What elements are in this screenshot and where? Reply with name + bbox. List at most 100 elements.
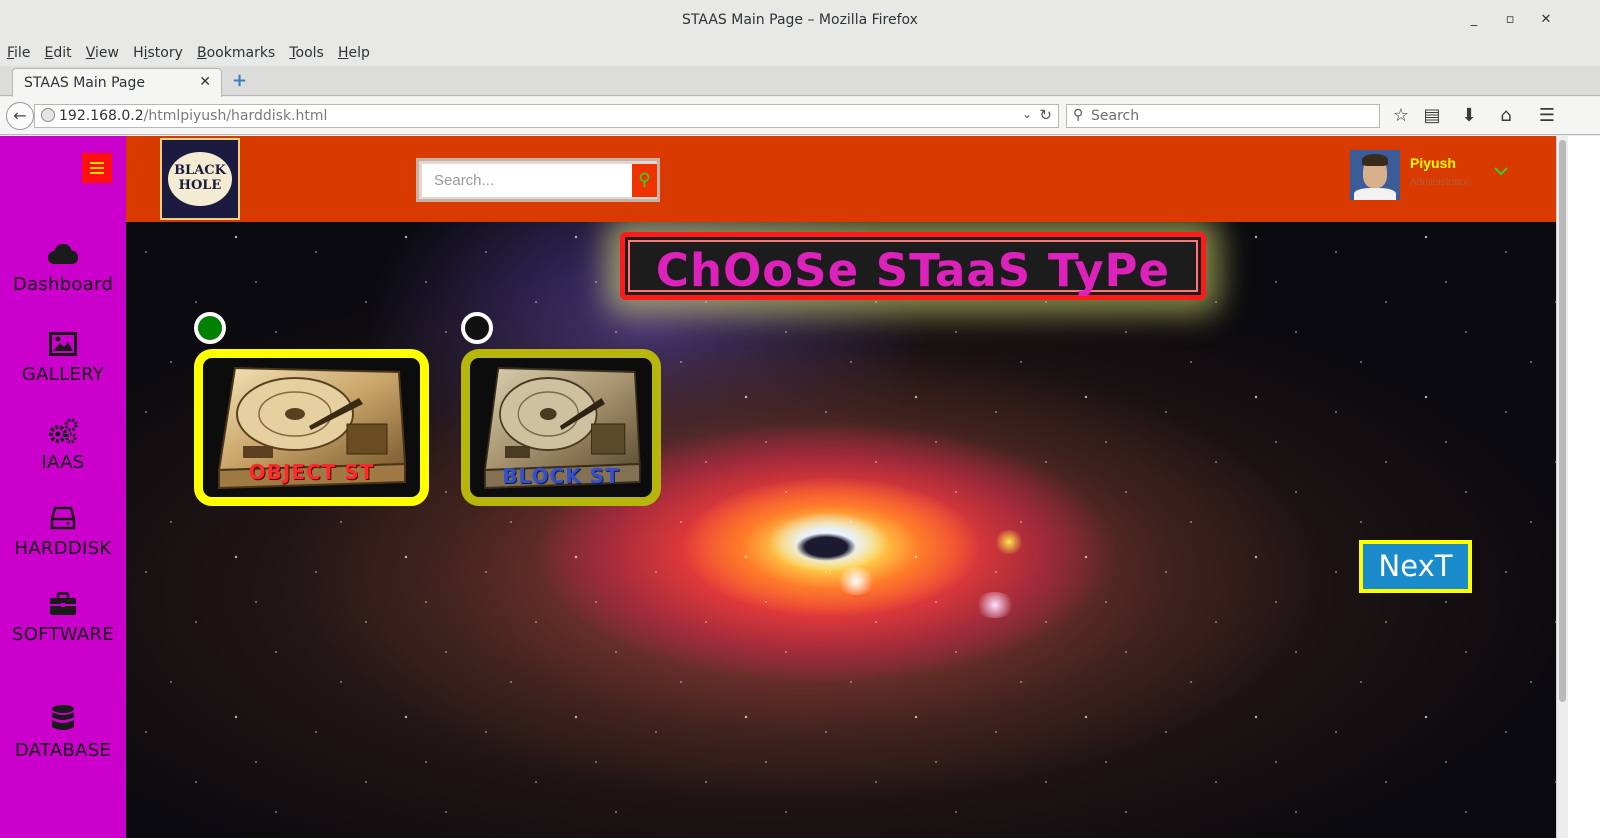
menu-history[interactable]: History bbox=[133, 40, 183, 66]
menu-help-key: H bbox=[337, 45, 349, 61]
hamburger-menu-button[interactable] bbox=[82, 153, 112, 183]
search-icon: ⚲ bbox=[638, 170, 651, 190]
navigation-toolbar: ← 192.168.0.2/htmlpiyush/harddisk.html ⌄… bbox=[0, 97, 1600, 135]
user-role: Administrator bbox=[1410, 177, 1469, 188]
sidebar-item-label: Dashboard bbox=[12, 274, 114, 295]
block-storage-card[interactable]: BLOCK ST bbox=[461, 349, 661, 506]
reading-list-icon[interactable]: ▤ bbox=[1419, 103, 1445, 129]
menu-history-rest: story bbox=[147, 45, 183, 61]
image-icon bbox=[49, 332, 77, 356]
sidebar-item-label: DATABASE bbox=[14, 740, 112, 761]
site-identity-icon[interactable] bbox=[41, 108, 55, 122]
browser-search-field[interactable]: ⚲ Search bbox=[1066, 104, 1380, 128]
sidebar-item-dashboard[interactable]: Dashboard bbox=[0, 242, 126, 295]
chevron-down-icon[interactable] bbox=[1494, 166, 1508, 176]
browser-search-placeholder: Search bbox=[1091, 108, 1140, 124]
sidebar-item-software[interactable]: SOFTWARE bbox=[0, 592, 126, 645]
new-tab-icon[interactable]: + bbox=[232, 70, 247, 91]
menu-tools-rest: ools bbox=[295, 45, 324, 61]
menu-help[interactable]: Help bbox=[338, 40, 370, 66]
bookmark-star-icon[interactable]: ☆ bbox=[1388, 103, 1414, 129]
object-storage-radio[interactable] bbox=[194, 312, 226, 344]
page-viewport: Dashboard GALLERY IAAS HARDDISK SOFTWARE… bbox=[0, 136, 1556, 838]
sidebar-item-iaas[interactable]: IAAS bbox=[0, 418, 126, 473]
back-button[interactable]: ← bbox=[6, 102, 34, 130]
site-search-input[interactable] bbox=[422, 164, 632, 197]
site-header: BLACK HOLE ⚲ Piyush Administrator bbox=[126, 136, 1556, 222]
menu-bookmarks-rest: ookmarks bbox=[206, 45, 276, 61]
block-storage-radio[interactable] bbox=[461, 312, 493, 344]
page-title: ChOoSe STaaS TyPe bbox=[620, 232, 1206, 300]
maximize-button[interactable]: ▫ bbox=[1492, 0, 1528, 40]
next-button[interactable]: NexT bbox=[1359, 540, 1472, 593]
gears-icon bbox=[49, 418, 78, 444]
sidebar-item-gallery[interactable]: GALLERY bbox=[0, 332, 126, 385]
menu-history-pre: H bbox=[133, 45, 144, 61]
menu-line-icon bbox=[90, 167, 104, 169]
menu-edit[interactable]: Edit bbox=[45, 40, 72, 66]
site-search: ⚲ bbox=[416, 158, 660, 202]
tab-label: STAAS Main Page bbox=[24, 75, 145, 91]
menu-view-rest: iew bbox=[95, 45, 119, 61]
site-search-button[interactable]: ⚲ bbox=[632, 164, 657, 197]
menu-help-rest: elp bbox=[348, 45, 370, 61]
avatar-shirt bbox=[1354, 188, 1396, 200]
avatar[interactable] bbox=[1350, 150, 1400, 200]
title-inner-frame: ChOoSe STaaS TyPe bbox=[628, 240, 1198, 297]
galaxy-hotspot bbox=[836, 567, 876, 595]
sidebar-item-label: IAAS bbox=[41, 452, 85, 473]
home-icon[interactable]: ⌂ bbox=[1493, 103, 1519, 129]
object-storage-card[interactable]: OBJECT ST bbox=[194, 349, 429, 506]
menu-file[interactable]: File bbox=[7, 40, 30, 66]
database-icon bbox=[52, 705, 74, 730]
menu-bookmarks-key: B bbox=[197, 45, 207, 61]
window-title: STAAS Main Page – Mozilla Firefox bbox=[682, 12, 918, 28]
menu-file-key: F bbox=[7, 45, 15, 61]
url-path: /htmlpiyush/harddisk.html bbox=[143, 108, 328, 124]
menu-tools[interactable]: Tools bbox=[289, 40, 324, 66]
menu-view-key: V bbox=[85, 45, 96, 61]
back-arrow-icon: ← bbox=[13, 106, 27, 125]
reload-icon[interactable]: ↻ bbox=[1039, 106, 1052, 124]
object-storage-label: OBJECT ST bbox=[248, 460, 375, 484]
menu-file-rest: ile bbox=[14, 45, 31, 61]
url-bar[interactable]: 192.168.0.2/htmlpiyush/harddisk.html ⌄ ↻ bbox=[34, 104, 1059, 128]
sidebar-item-label: SOFTWARE bbox=[11, 624, 115, 645]
sidebar-item-label: GALLERY bbox=[21, 364, 105, 385]
cloud-icon bbox=[48, 244, 78, 264]
close-window-button[interactable]: ✕ bbox=[1528, 0, 1564, 40]
galaxy-hotspot bbox=[974, 592, 1016, 618]
downloads-icon[interactable]: ⬇ bbox=[1456, 103, 1482, 129]
url-text: 192.168.0.2/htmlpiyush/harddisk.html bbox=[59, 108, 327, 124]
galaxy-hotspot bbox=[994, 530, 1024, 554]
menu-line-icon bbox=[90, 162, 104, 164]
block-storage-label: BLOCK ST bbox=[502, 464, 620, 488]
galaxy-background: ChOoSe STaaS TyPe OBJECT ST BLOCK ST Nex… bbox=[126, 222, 1556, 838]
page-heading: ChOoSe STaaS TyPe bbox=[655, 244, 1171, 297]
menu-edit-rest: dit bbox=[53, 45, 72, 61]
scrollbar-thumb[interactable] bbox=[1559, 140, 1566, 702]
briefcase-icon bbox=[50, 592, 76, 615]
menu-bar: File Edit View History Bookmarks Tools H… bbox=[0, 40, 1600, 66]
search-icon: ⚲ bbox=[1073, 107, 1084, 123]
sidebar-item-database[interactable]: DATABASE bbox=[0, 704, 126, 761]
tab-close-icon[interactable]: ✕ bbox=[199, 74, 211, 90]
sidebar: Dashboard GALLERY IAAS HARDDISK SOFTWARE… bbox=[0, 136, 126, 838]
open-menu-icon[interactable]: ☰ bbox=[1534, 103, 1560, 129]
user-name[interactable]: Piyush bbox=[1410, 155, 1456, 171]
window-right-margin bbox=[1568, 136, 1600, 838]
sidebar-item-label: HARDDISK bbox=[14, 538, 112, 559]
black-hole-logo[interactable]: BLACK HOLE bbox=[160, 138, 240, 220]
sidebar-item-harddisk[interactable]: HARDDISK bbox=[0, 506, 126, 559]
menu-bookmarks[interactable]: Bookmarks bbox=[197, 40, 275, 66]
starfield bbox=[126, 222, 1556, 838]
url-history-dropdown-icon[interactable]: ⌄ bbox=[1022, 107, 1032, 121]
logo-emblem: BLACK HOLE bbox=[168, 152, 232, 206]
minimize-button[interactable]: _ bbox=[1456, 0, 1492, 40]
url-host: 192.168.0.2 bbox=[59, 108, 144, 124]
menu-line-icon bbox=[90, 172, 104, 174]
vertical-scrollbar[interactable] bbox=[1556, 136, 1568, 838]
logo-text: BLACK HOLE bbox=[174, 163, 226, 193]
tab-staas-main-page[interactable]: STAAS Main Page ✕ bbox=[12, 68, 222, 97]
menu-view[interactable]: View bbox=[86, 40, 119, 66]
